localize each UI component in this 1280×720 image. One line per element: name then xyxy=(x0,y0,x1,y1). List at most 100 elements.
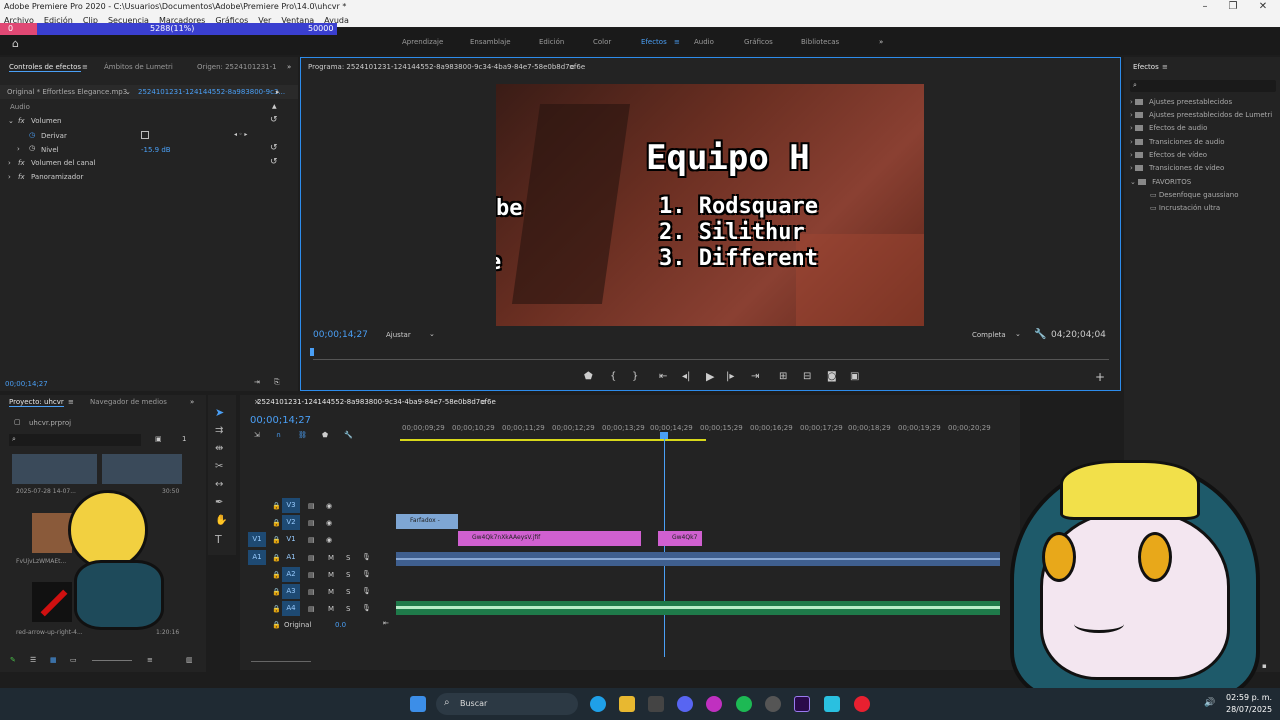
sequence-timecode[interactable]: 00;00;14;27 xyxy=(250,415,311,426)
effects-folder[interactable]: › Transiciones de audio xyxy=(1130,138,1225,146)
play-icon[interactable]: ▶ xyxy=(706,370,714,383)
expand-icon[interactable]: › xyxy=(8,173,11,181)
eye-icon[interactable]: ◉ xyxy=(326,519,332,527)
bin-icon[interactable]: ▣ xyxy=(155,435,162,443)
razor-tool-icon[interactable]: ✂ xyxy=(215,461,223,472)
stopwatch-icon[interactable]: ◷ xyxy=(29,131,35,139)
close-icon[interactable]: ✕ xyxy=(1248,0,1278,15)
opera-icon[interactable] xyxy=(854,696,870,712)
workspace-audio[interactable]: Audio xyxy=(694,38,714,46)
maximize-icon[interactable]: ❐ xyxy=(1218,0,1248,15)
solo-icon[interactable]: S xyxy=(346,588,350,596)
audio-clip-a1[interactable] xyxy=(396,552,1000,566)
nest-icon[interactable]: ⇲ xyxy=(254,431,260,439)
workspace-bibliotecas[interactable]: Bibliotecas xyxy=(801,38,839,46)
microphone-icon[interactable]: 🎙 xyxy=(362,570,371,578)
effects-folder-favoritos[interactable]: ⌄ FAVORITOS xyxy=(1130,178,1191,186)
add-marker-icon[interactable]: ⬟ xyxy=(322,431,328,439)
mark-in-icon[interactable]: { xyxy=(610,371,616,382)
microphone-icon[interactable]: 🎙 xyxy=(362,553,371,561)
effects-folder[interactable]: › Efectos de vídeo xyxy=(1130,151,1207,159)
home-icon[interactable]: ⌂ xyxy=(12,37,19,50)
mute-icon[interactable]: M xyxy=(328,605,334,613)
taskbar-search[interactable]: ⌕ Buscar xyxy=(436,693,578,715)
tab-effect-controls[interactable]: Controles de efectos xyxy=(9,63,82,72)
track-label[interactable]: A4 xyxy=(282,601,300,616)
track-label[interactable]: A1 xyxy=(282,550,300,565)
time-ruler[interactable]: 00;00;09;29 00;00;10;29 00;00;11;29 00;0… xyxy=(400,424,1020,436)
project-search-input[interactable]: ⌕ xyxy=(9,434,141,446)
workspace-aprendizaje[interactable]: Aprendizaje xyxy=(402,38,443,46)
eye-icon[interactable]: ◉ xyxy=(326,536,332,544)
go-to-out-icon[interactable]: ⇥ xyxy=(751,371,759,382)
sync-lock-icon[interactable]: ▤ xyxy=(308,519,315,527)
effects-folder[interactable]: › Ajustes preestablecidos de Lumetri xyxy=(1130,111,1272,119)
mute-icon[interactable]: M xyxy=(328,571,334,579)
track-label[interactable]: A3 xyxy=(282,584,300,599)
sync-lock-icon[interactable]: ▤ xyxy=(308,605,315,613)
bypass-checkbox[interactable] xyxy=(141,131,149,139)
reset-icon[interactable]: ↺ xyxy=(270,143,278,153)
collapse-icon[interactable]: ▲ xyxy=(272,103,277,110)
effects-search-input[interactable]: ⌕ xyxy=(1130,80,1276,92)
effects-folder[interactable]: › Ajustes preestablecidos xyxy=(1130,98,1232,106)
effects-folder[interactable]: › Efectos de audio xyxy=(1130,124,1207,132)
tab-source[interactable]: Origen: 2524101231-1 xyxy=(197,63,277,71)
chevron-down-icon[interactable]: ⌄ xyxy=(429,330,435,338)
app-icon[interactable] xyxy=(765,696,781,712)
audio-clip-a4[interactable] xyxy=(396,601,1000,615)
taskbar-date[interactable]: 28/07/2025 xyxy=(1226,705,1272,714)
stopwatch-icon[interactable]: ◷ xyxy=(29,144,35,152)
more-panels-icon[interactable]: » xyxy=(190,398,194,406)
program-timecode[interactable]: 00;00;14;27 xyxy=(313,330,368,340)
timeline-zoom-scrollbar[interactable] xyxy=(251,661,311,662)
slip-tool-icon[interactable]: ↔ xyxy=(215,479,223,490)
tab-project[interactable]: Proyecto: uhcvr xyxy=(9,398,64,407)
quality-dropdown[interactable]: Completa xyxy=(972,331,1006,339)
workspace-graficos[interactable]: Gráficos xyxy=(744,38,773,46)
menu-lines-icon[interactable]: ≡ xyxy=(569,63,575,71)
sort-icon[interactable]: ≡ xyxy=(147,656,153,664)
playhead[interactable] xyxy=(310,348,314,356)
expand-icon[interactable]: › xyxy=(17,145,20,153)
premiere-pro-icon[interactable] xyxy=(794,696,810,712)
workspace-efectos[interactable]: Efectos xyxy=(641,38,667,46)
sequence-tab[interactable]: 2524101231-124144552-8a983800-9c34-4ba9-… xyxy=(257,398,496,406)
mute-icon[interactable]: M xyxy=(328,554,334,562)
effect-controls-timecode[interactable]: 00;00;14;27 xyxy=(5,380,48,388)
ripple-edit-tool-icon[interactable]: ⇹ xyxy=(215,443,223,454)
automate-icon[interactable]: ▥ xyxy=(186,656,193,664)
menu-lines-icon[interactable]: ≡ xyxy=(82,63,88,71)
zoom-slider[interactable] xyxy=(92,660,132,661)
sync-lock-icon[interactable]: ▤ xyxy=(308,571,315,579)
speaker-icon[interactable]: 🔊 xyxy=(1204,698,1215,708)
track-label[interactable]: V2 xyxy=(282,515,300,530)
lock-icon[interactable]: 🔒 xyxy=(272,502,281,510)
reset-icon[interactable]: ↺ xyxy=(270,115,278,125)
lock-icon[interactable]: 🔒 xyxy=(272,554,281,562)
export-frame-icon[interactable]: ⇥ xyxy=(254,378,260,386)
camera-icon[interactable]: ◙ xyxy=(827,371,837,382)
track-label[interactable]: V1 xyxy=(282,532,300,547)
track-label[interactable]: V3 xyxy=(282,498,300,513)
fx-icon[interactable]: fx xyxy=(18,173,25,181)
track-select-tool-icon[interactable]: ⇉ xyxy=(215,425,223,436)
comparison-view-icon[interactable]: ▣ xyxy=(850,371,859,382)
sync-lock-icon[interactable]: ▤ xyxy=(308,588,315,596)
file-explorer-icon[interactable] xyxy=(619,696,635,712)
freeform-view-icon[interactable]: ▭ xyxy=(70,656,77,664)
track-label[interactable]: A2 xyxy=(282,567,300,582)
snap-icon[interactable]: ∩ xyxy=(276,431,281,439)
settings-icon[interactable]: ⎘ xyxy=(274,378,280,387)
fx-icon[interactable]: fx xyxy=(18,117,25,125)
nivel-value[interactable]: -15.9 dB xyxy=(141,146,171,154)
chevron-down-icon[interactable]: ⌄ xyxy=(1015,330,1021,338)
expand-icon[interactable]: ⌄ xyxy=(8,117,14,125)
scrub-bar[interactable] xyxy=(313,359,1109,360)
lock-icon[interactable]: 🔒 xyxy=(272,621,281,629)
fx-icon[interactable]: fx xyxy=(18,159,25,167)
effect-item[interactable]: ▭ Incrustación ultra xyxy=(1150,204,1220,212)
workspace-edicion[interactable]: Edición xyxy=(539,38,564,46)
source-patch[interactable]: V1 xyxy=(248,532,266,547)
notepad-icon[interactable] xyxy=(824,696,840,712)
